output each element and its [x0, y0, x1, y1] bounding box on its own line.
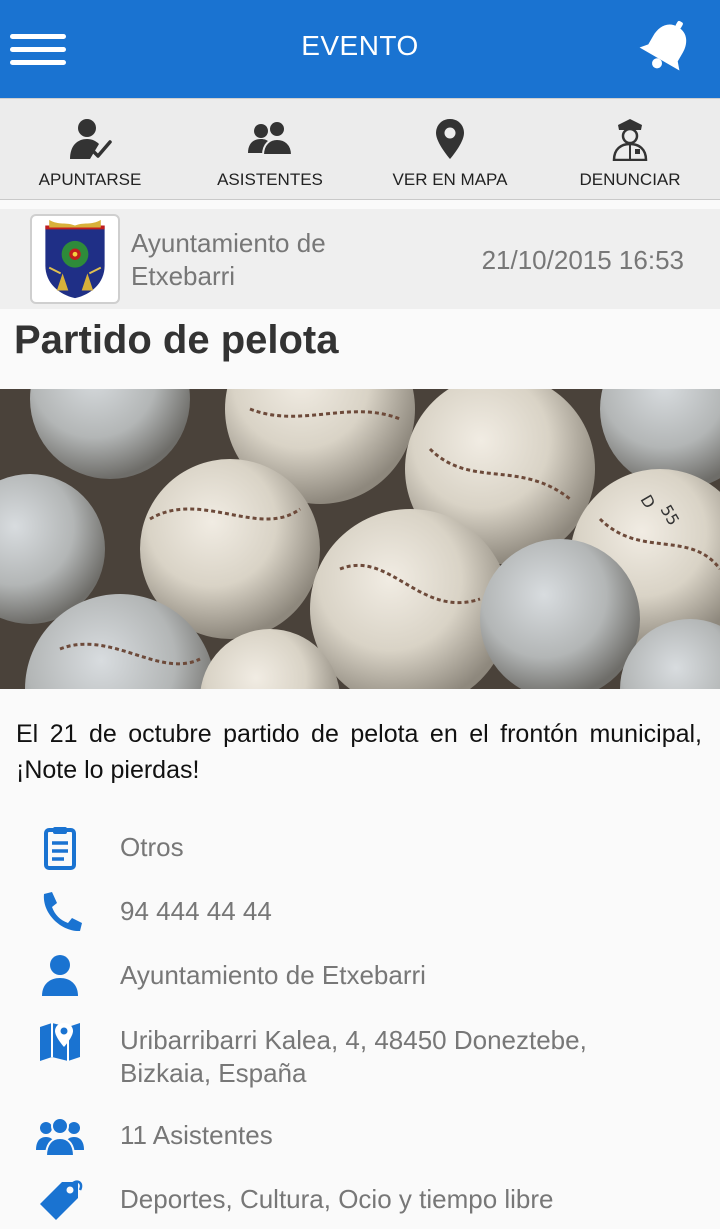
page-title: EVENTO: [301, 30, 419, 61]
phone-icon: [43, 892, 82, 932]
bell-icon[interactable]: [636, 16, 698, 76]
organizer-text: Ayuntamiento de Etxebarri: [120, 960, 426, 990]
clipboard-icon: [44, 827, 76, 870]
ver-en-mapa-label: VER EN MAPA: [392, 170, 508, 189]
event-datetime: 21/10/2015 16:53: [481, 245, 684, 275]
denunciar-button[interactable]: DENUNCIAR: [540, 99, 720, 199]
user-check-icon: [70, 119, 112, 159]
map-location-icon: [40, 1023, 80, 1061]
address-text[interactable]: Uribarribarri Kalea, 4, 48450 Doneztebe,…: [120, 1024, 680, 1090]
event-description: El 21 de octubre partido de pelota en el…: [16, 720, 702, 784]
asistentes-button[interactable]: ASISTENTES: [180, 99, 360, 199]
users-icon: [248, 120, 292, 156]
organizer-name[interactable]: Ayuntamiento de Etxebarri: [131, 227, 391, 293]
apuntarse-button[interactable]: APUNTARSE: [0, 99, 180, 199]
tags-text: Deportes, Cultura, Ocio y tiempo libre: [120, 1184, 554, 1214]
attendees-text[interactable]: 11 Asistentes: [120, 1119, 680, 1152]
organizer-header: Ayuntamiento de Etxebarri 21/10/2015 16:…: [0, 209, 720, 309]
category-text: Otros: [120, 832, 184, 862]
app-bar: EVENTO: [0, 0, 720, 98]
ver-en-mapa-button[interactable]: VER EN MAPA: [360, 99, 540, 199]
person-icon: [42, 955, 78, 996]
event-title: Partido de pelota: [14, 318, 339, 362]
police-officer-icon: [612, 119, 648, 161]
organizer-logo: [30, 214, 120, 304]
action-toolbar: APUNTARSE ASISTENTES VER EN MAPA DENUNCI…: [0, 98, 720, 200]
group-icon: [36, 1117, 84, 1157]
apuntarse-label: APUNTARSE: [38, 170, 142, 189]
asistentes-label: ASISTENTES: [217, 170, 323, 189]
tag-icon: [40, 1180, 83, 1220]
map-pin-icon: [436, 119, 464, 159]
coat-of-arms-logo: [45, 219, 105, 299]
phone-text[interactable]: 94 444 44 44: [120, 895, 680, 928]
event-image: D 55: [0, 389, 720, 689]
pelota-balls-photo: D 55: [0, 389, 720, 689]
denunciar-label: DENUNCIAR: [579, 170, 681, 189]
